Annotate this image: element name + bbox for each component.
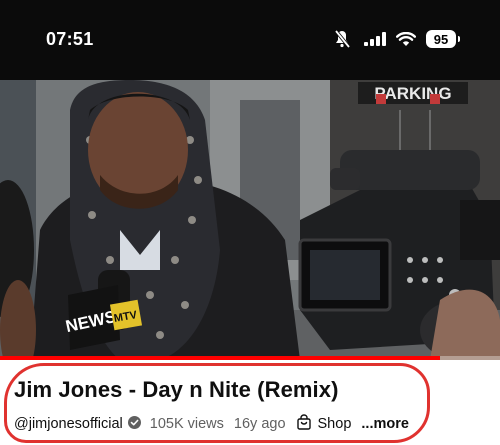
battery-icon: 95 xyxy=(426,30,460,48)
channel-handle[interactable]: @jimjonesofficial xyxy=(14,416,123,432)
more-link[interactable]: ...more xyxy=(361,416,409,432)
upload-age: 16y ago xyxy=(233,416,286,432)
mute-icon xyxy=(334,30,354,48)
signal-icon xyxy=(364,32,386,46)
view-count: 105K views xyxy=(149,416,224,432)
video-player[interactable]: PARKING NEWS MTV xyxy=(0,80,500,360)
shop-button[interactable]: Shop xyxy=(296,414,352,434)
verified-icon xyxy=(127,415,141,433)
status-bar: 07:51 95 xyxy=(0,0,500,80)
shop-label: Shop xyxy=(317,416,352,432)
video-title[interactable]: Jim Jones - Day n Nite (Remix) xyxy=(14,377,339,403)
wifi-icon xyxy=(396,31,416,47)
shopping-bag-icon xyxy=(296,414,312,434)
video-frame: PARKING NEWS MTV xyxy=(0,80,500,360)
status-icons: 95 xyxy=(334,29,460,49)
video-meta-row: @jimjonesofficial 105K views 16y ago Sho… xyxy=(14,414,409,434)
status-time: 07:51 xyxy=(46,29,94,49)
